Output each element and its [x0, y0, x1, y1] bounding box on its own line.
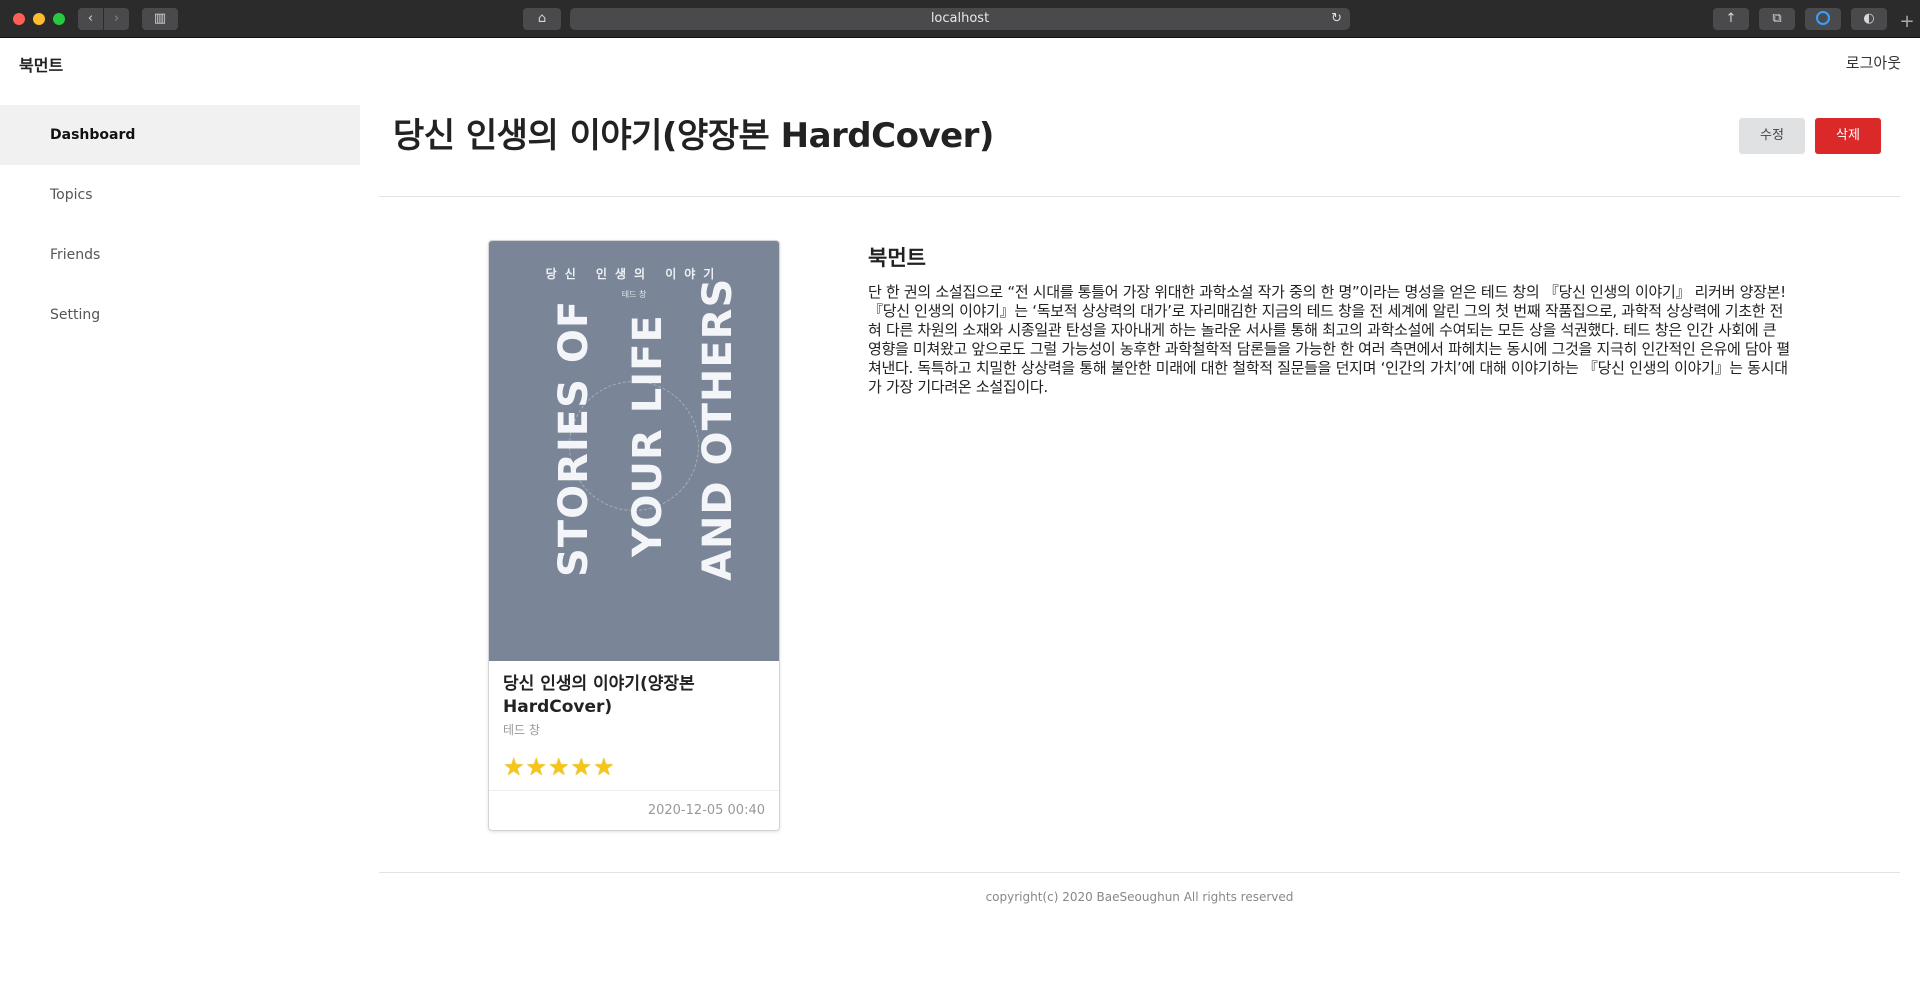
logout-link[interactable]: 로그아웃 [1846, 52, 1901, 73]
forward-icon[interactable]: › [104, 8, 129, 30]
brand-logo[interactable]: 북먼트 [19, 52, 63, 76]
sidebar-item-friends[interactable]: Friends [0, 225, 360, 285]
extension-2-icon[interactable]: ◐ [1851, 8, 1887, 30]
header-divider [379, 196, 1900, 197]
back-icon[interactable]: ‹ [78, 8, 103, 30]
star-icon[interactable]: ★ [593, 754, 615, 780]
card-title: 당신 인생의 이야기(양장본 HardCover) [503, 674, 695, 717]
new-tab-icon[interactable]: + [1897, 12, 1917, 32]
cover-line-2: YOUR LIFE [625, 314, 671, 557]
extension-icon[interactable] [1805, 8, 1841, 30]
footer-divider [379, 872, 1900, 873]
share-icon[interactable]: ↑ [1713, 8, 1749, 30]
card-date: 2020-12-05 00:40 [489, 790, 779, 830]
browser-toolbar: ‹ › ▥ ⌂ localhost ↻ ↑ ⧉ ◐ + [0, 0, 1920, 38]
zoom-window-button[interactable] [53, 13, 65, 25]
sidebar: Dashboard Topics Friends Setting [0, 105, 360, 345]
star-icon[interactable]: ★ [548, 754, 570, 780]
edit-button[interactable]: 수정 [1739, 118, 1805, 154]
book-card[interactable]: 당신 인생의 이야기 테드 창 STORIES OF YOUR LIFE AND… [488, 240, 780, 831]
address-bar[interactable]: localhost ↻ [570, 8, 1350, 30]
sidebar-item-topics[interactable]: Topics [0, 165, 360, 225]
page-title: 당신 인생의 이야기(양장본 HardCover) [393, 116, 994, 156]
home-icon[interactable]: ⌂ [523, 8, 561, 30]
footer-copyright: copyright(c) 2020 BaeSeoughun All rights… [985, 890, 1294, 904]
url-text: localhost [930, 11, 990, 26]
cover-line-1: STORIES OF [551, 299, 597, 577]
star-icon[interactable]: ★ [503, 754, 525, 780]
sidebar-item-setting[interactable]: Setting [0, 285, 360, 345]
cover-line-3: AND OTHERS [695, 277, 741, 581]
star-rating[interactable]: ★★★★★ [503, 754, 765, 780]
review-heading: 북먼트 [868, 246, 926, 270]
card-author: 테드 창 [503, 723, 540, 737]
star-icon[interactable]: ★ [526, 754, 548, 780]
review-text: 단 한 권의 소설집으로 “전 시대를 통틀어 가장 위대한 과학소설 작가 중… [868, 283, 1790, 396]
sidebar-toggle-icon[interactable]: ▥ [142, 8, 178, 30]
book-cover-image: 당신 인생의 이야기 테드 창 STORIES OF YOUR LIFE AND… [489, 241, 779, 661]
reload-icon[interactable]: ↻ [1331, 8, 1342, 30]
minimize-window-button[interactable] [33, 13, 45, 25]
close-window-button[interactable] [13, 13, 25, 25]
delete-button[interactable]: 삭제 [1815, 118, 1881, 154]
tab-overview-icon[interactable]: ⧉ [1759, 8, 1795, 30]
star-icon[interactable]: ★ [571, 754, 593, 780]
sidebar-item-dashboard[interactable]: Dashboard [0, 105, 360, 165]
